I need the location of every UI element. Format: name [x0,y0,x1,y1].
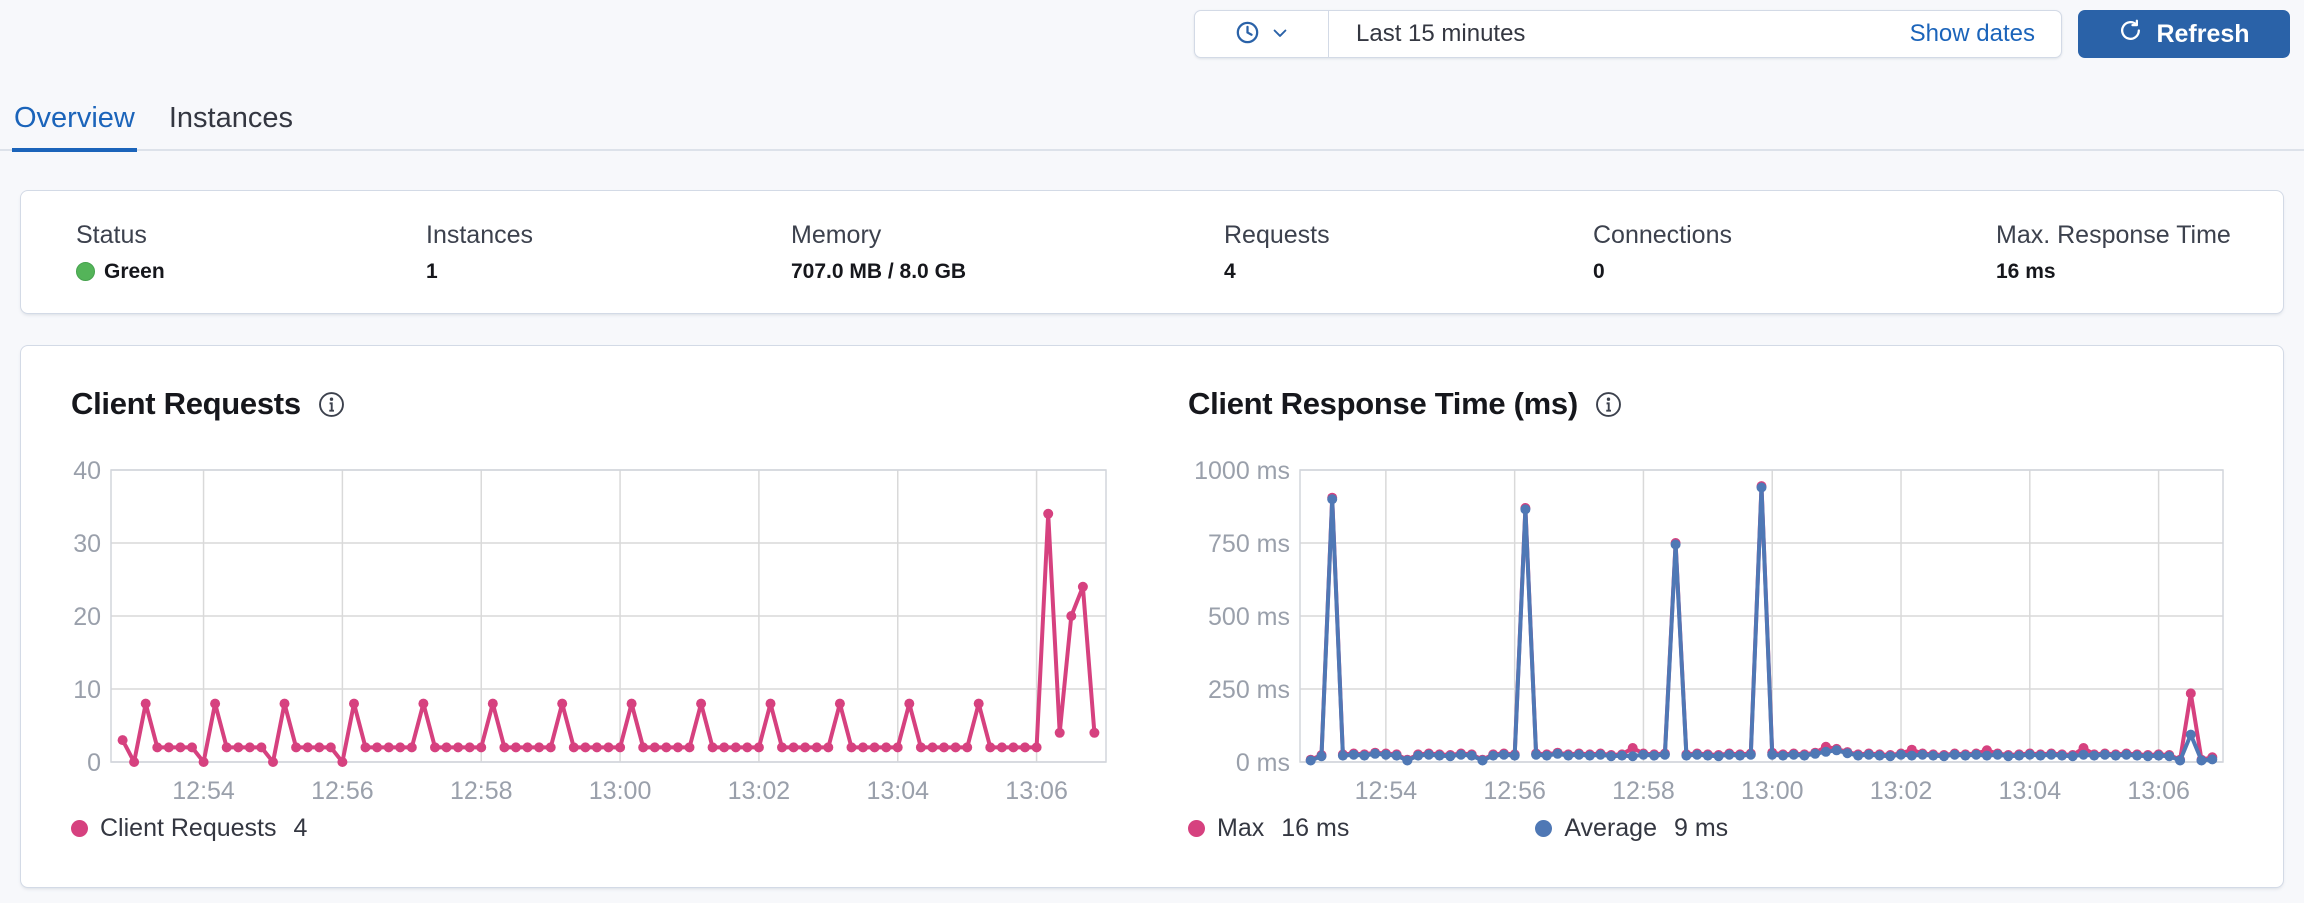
health-status-text: Green [104,260,165,284]
svg-text:0: 0 [87,749,101,777]
summary-label: Connections [1593,221,1996,250]
legend-label: Client Requests [100,814,276,843]
summary-value: 0 [1593,260,1996,284]
info-icon[interactable] [318,391,345,418]
legend-item-average: Average 9 ms [1535,814,1728,843]
response-time-chart[interactable]: 0 ms 250 ms 500 ms 750 ms 1000 ms 12:54 12:56 1… [1188,460,2235,812]
summary-label: Max. Response Time [1996,221,2231,250]
chart-title: Client Requests [71,386,301,422]
date-display[interactable]: Last 15 minutes [1329,20,1525,48]
svg-text:250 ms: 250 ms [1208,676,1290,704]
summary-item-connections: Connections 0 [1593,221,1996,284]
charts-card: Client Requests 0 10 20 30 40 12:54 12:56 12:58… [20,345,2284,888]
refresh-icon [2118,18,2143,50]
summary-label: Instances [426,221,791,250]
svg-text:750 ms: 750 ms [1208,530,1290,558]
svg-text:0 ms: 0 ms [1236,749,1290,777]
health-green-dot [76,262,95,281]
svg-text:12:58: 12:58 [450,777,513,805]
summary-value: Green [76,260,426,284]
summary-label: Requests [1224,221,1593,250]
summary-card: Status Green Instances 1 Memory 707.0 MB… [20,190,2284,314]
legend-item-client-requests: Client Requests 4 [71,814,307,843]
refresh-button-label: Refresh [2156,20,2249,49]
chart-title: Client Response Time (ms) [1188,386,1578,422]
client-requests-chart[interactable]: 0 10 20 30 40 12:54 12:56 12:58 13:00 13:02 13:04 1… [71,460,1118,812]
refresh-button[interactable]: Refresh [2078,10,2290,58]
svg-text:1000 ms: 1000 ms [1194,460,1290,485]
client-requests-panel: Client Requests 0 10 20 30 40 12:54 12:56 12:58… [71,384,1118,887]
svg-text:30: 30 [73,530,101,558]
svg-text:20: 20 [73,603,101,631]
quick-select-button[interactable] [1195,11,1329,57]
legend-label: Max [1217,814,1264,843]
summary-item-memory: Memory 707.0 MB / 8.0 GB [791,221,1224,284]
legend-value: 16 ms [1281,814,1349,843]
svg-text:10: 10 [73,676,101,704]
svg-text:12:54: 12:54 [172,777,235,805]
chevron-down-icon [1270,23,1290,46]
summary-item-max-response-time: Max. Response Time 16 ms [1996,221,2231,284]
summary-item-instances: Instances 1 [426,221,791,284]
summary-value: 4 [1224,260,1593,284]
summary-item-status: Status Green [76,221,426,284]
svg-text:13:06: 13:06 [2127,777,2190,805]
svg-text:13:02: 13:02 [728,777,791,805]
legend-value: 4 [293,814,307,843]
legend-dot-pink [71,820,88,837]
legend-value: 9 ms [1674,814,1728,843]
legend-label: Average [1564,814,1657,843]
summary-item-requests: Requests 4 [1224,221,1593,284]
summary-label: Status [76,221,426,250]
svg-text:13:00: 13:00 [589,777,652,805]
summary-value: 1 [426,260,791,284]
tab-bar: Overview Instances [0,98,2304,151]
chart-legend: Client Requests 4 [71,814,1118,843]
svg-text:13:04: 13:04 [1999,777,2062,805]
summary-value: 16 ms [1996,260,2231,284]
legend-item-max: Max 16 ms [1188,814,1349,843]
summary-value: 707.0 MB / 8.0 GB [791,260,1224,284]
svg-text:13:04: 13:04 [866,777,929,805]
svg-text:12:56: 12:56 [1483,777,1546,805]
info-icon[interactable] [1595,391,1622,418]
svg-text:40: 40 [73,460,101,485]
svg-text:13:02: 13:02 [1870,777,1933,805]
legend-dot-pink [1188,820,1205,837]
date-picker[interactable]: Last 15 minutes Show dates [1194,10,2062,58]
svg-text:13:06: 13:06 [1005,777,1068,805]
svg-text:12:56: 12:56 [311,777,374,805]
svg-text:12:58: 12:58 [1612,777,1675,805]
svg-text:13:00: 13:00 [1741,777,1804,805]
response-time-panel: Client Response Time (ms) 0 ms 250 ms 500 … [1188,384,2235,887]
tab-instances[interactable]: Instances [167,98,295,149]
top-controls: Last 15 minutes Show dates Refresh [1194,10,2290,58]
tab-overview[interactable]: Overview [12,98,137,152]
legend-dot-blue [1535,820,1552,837]
svg-text:500 ms: 500 ms [1208,603,1290,631]
chart-legend: Max 16 ms Average 9 ms [1188,814,2235,843]
show-dates-link[interactable]: Show dates [1910,20,2061,48]
summary-label: Memory [791,221,1224,250]
svg-text:12:54: 12:54 [1355,777,1418,805]
clock-icon [1234,19,1261,49]
